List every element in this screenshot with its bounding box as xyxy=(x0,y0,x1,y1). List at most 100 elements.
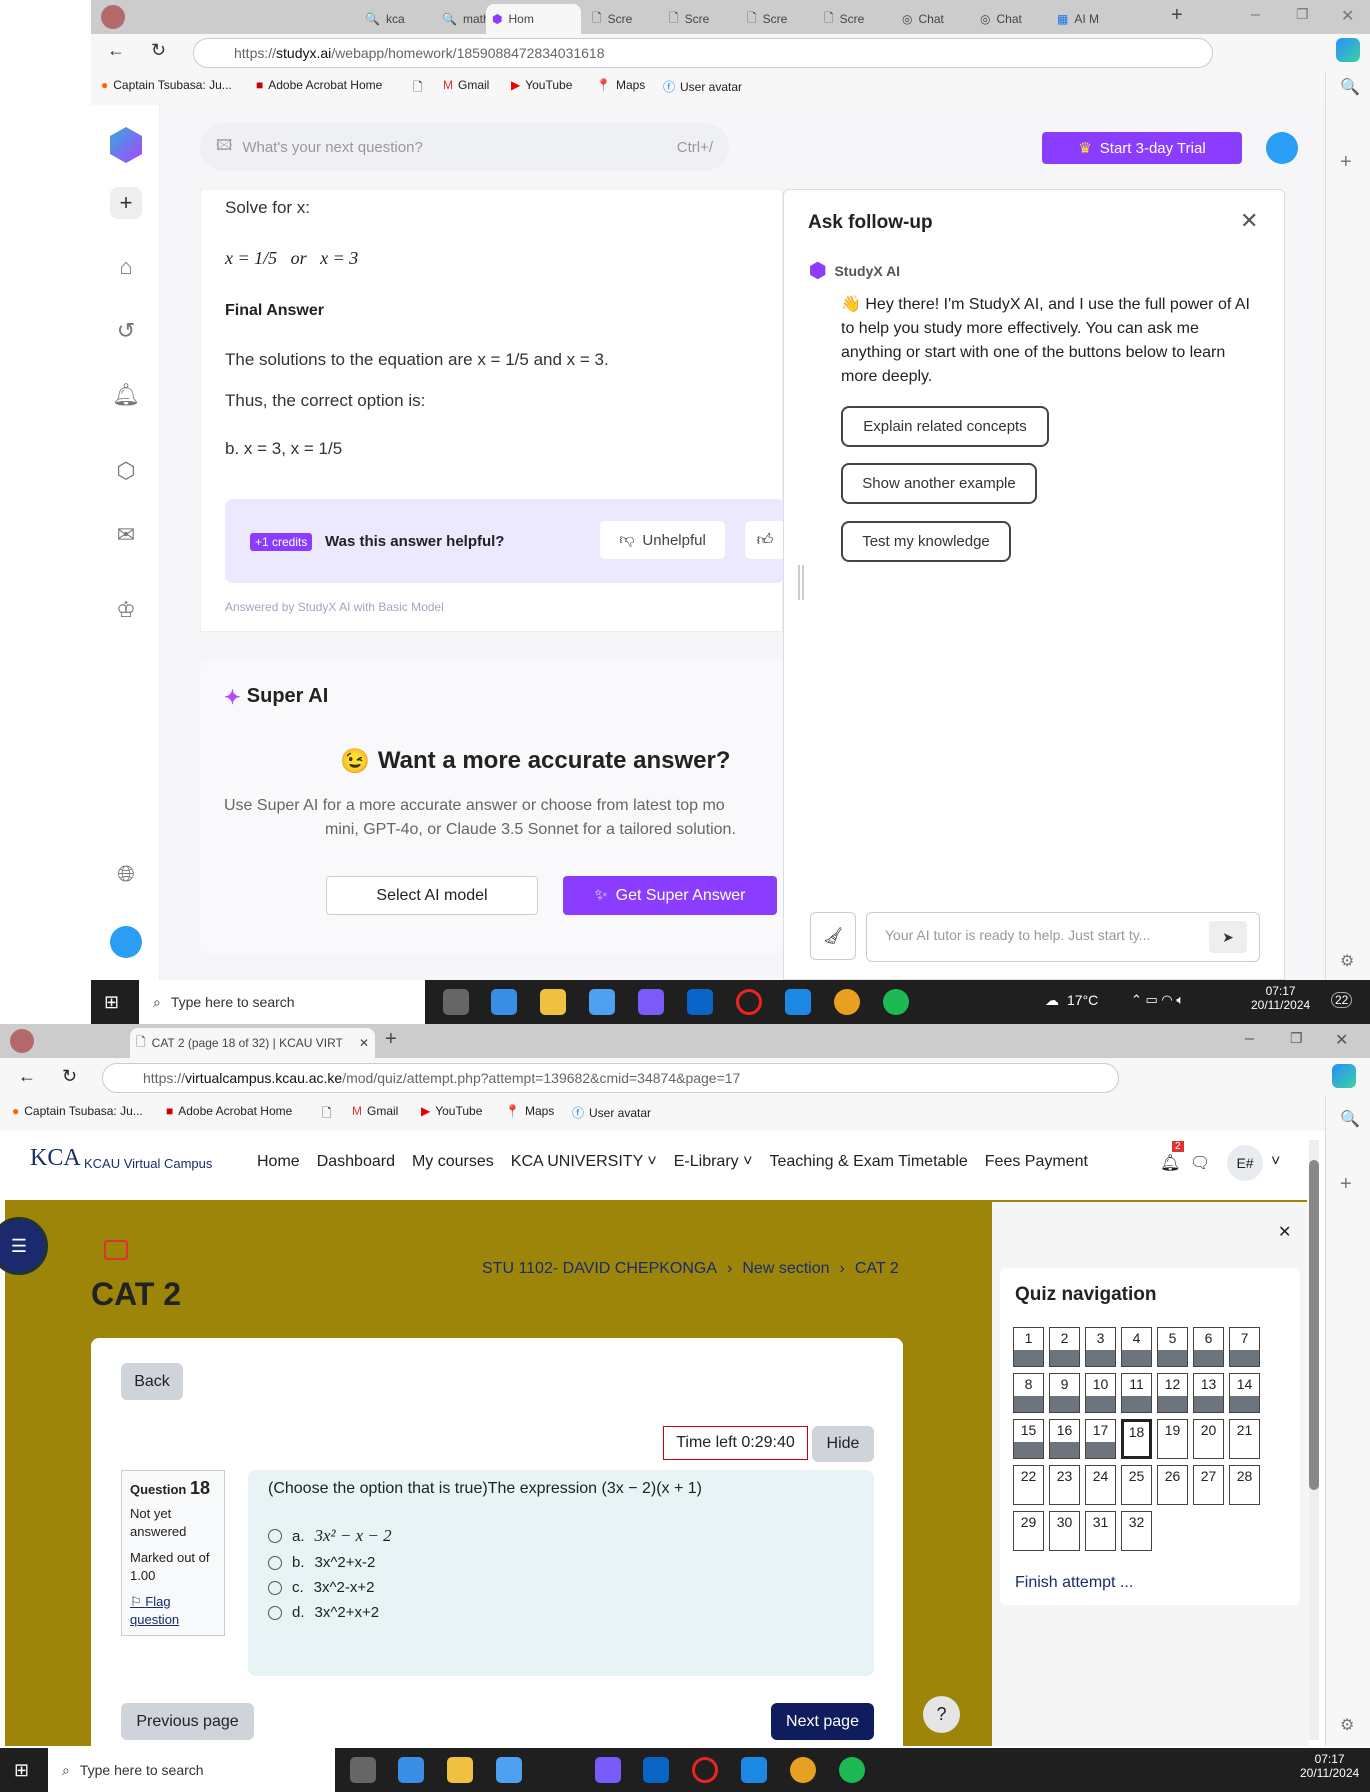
quiz-nav-button-2[interactable]: 2 xyxy=(1049,1327,1080,1367)
quiz-nav-button-27[interactable]: 27 xyxy=(1193,1465,1224,1505)
quiz-nav-button-18[interactable]: 18 xyxy=(1121,1419,1152,1459)
minimize-button[interactable]: – xyxy=(1245,1030,1254,1048)
clock[interactable]: 07:17 20/11/2024 xyxy=(1300,1752,1359,1780)
copilot-icon[interactable] xyxy=(638,989,664,1015)
start-trial-button[interactable]: ♛ Start 3-day Trial xyxy=(1042,132,1242,164)
bookmark-document[interactable]: 🗋 xyxy=(322,1104,332,1125)
spotify-icon[interactable] xyxy=(839,1757,865,1783)
bookmark-adobe[interactable]: ■ Adobe Acrobat Home xyxy=(166,1104,292,1118)
back-icon[interactable]: ← xyxy=(18,1066,36,1087)
quiz-nav-button-23[interactable]: 23 xyxy=(1049,1465,1080,1505)
bookmark-youtube[interactable]: ▶ YouTube xyxy=(421,1104,482,1118)
bookmark-youtube[interactable]: ▶ YouTube xyxy=(511,78,572,92)
quiz-nav-button-19[interactable]: 19 xyxy=(1157,1419,1188,1459)
close-window-button[interactable]: ✕ xyxy=(1335,1030,1348,1050)
copilot-icon[interactable] xyxy=(1332,1064,1356,1088)
weather[interactable]: ☁ 17°C xyxy=(1045,992,1098,1009)
quiz-nav-button-20[interactable]: 20 xyxy=(1193,1419,1224,1459)
user-avatar[interactable] xyxy=(1266,132,1298,164)
finish-attempt-link[interactable]: Finish attempt ... xyxy=(1015,1574,1133,1592)
nav-fees-payment[interactable]: Fees Payment xyxy=(985,1153,1088,1171)
new-tab-button[interactable]: + xyxy=(385,1028,397,1051)
explain-concepts-button[interactable]: Explain related concepts xyxy=(841,406,1049,447)
quiz-nav-button-32[interactable]: 32 xyxy=(1121,1511,1152,1551)
back-button[interactable]: Back xyxy=(121,1363,183,1400)
notification-count[interactable]: 22 xyxy=(1331,992,1353,1008)
close-window-button[interactable]: ✕ xyxy=(1341,6,1354,26)
refresh-icon[interactable]: ↻ xyxy=(151,40,166,61)
tab-screenshot-2[interactable]: 🗋 Scre xyxy=(663,4,715,34)
copilot-icon[interactable] xyxy=(1336,38,1360,62)
option-a[interactable]: a. 3x² − x − 2 xyxy=(268,1526,854,1546)
tab-chat-2[interactable]: ◎ Chat xyxy=(974,4,1028,34)
bookmark-user-avatar[interactable]: ⓕ User avatar xyxy=(572,1104,651,1121)
restore-button[interactable]: ❐ xyxy=(1290,1030,1303,1047)
settings-icon[interactable]: ⚙ xyxy=(1340,951,1354,971)
close-drawer-button[interactable]: ✕ xyxy=(1278,1222,1291,1242)
bell-icon[interactable]: 🔔︎ xyxy=(110,379,142,411)
mail-icon[interactable]: ✉ xyxy=(110,519,142,551)
question-search-input[interactable]: 🖾 What's your next question? Ctrl+/ xyxy=(200,123,729,171)
quiz-nav-button-4[interactable]: 4 xyxy=(1121,1327,1152,1367)
breadcrumb-section[interactable]: New section xyxy=(742,1260,829,1278)
home-icon[interactable]: ⌂ xyxy=(110,251,142,283)
tab-kcau-quiz[interactable]: 🗋 CAT 2 (page 18 of 32) | KCAU VIRT ✕ xyxy=(130,1028,375,1058)
quiz-nav-button-25[interactable]: 25 xyxy=(1121,1465,1152,1505)
option-d[interactable]: d. 3x^2+x+2 xyxy=(268,1604,854,1621)
profile-avatar[interactable] xyxy=(10,1029,34,1053)
nav-home[interactable]: Home xyxy=(257,1153,300,1171)
edge-icon[interactable] xyxy=(491,989,517,1015)
quiz-nav-button-13[interactable]: 13 xyxy=(1193,1373,1224,1413)
site-name[interactable]: KCAU Virtual Campus xyxy=(84,1156,212,1171)
search-icon[interactable]: 🔍 xyxy=(1340,1109,1360,1129)
tray-icons[interactable]: ⌃ ▭ ◠ 🔈︎ xyxy=(1131,992,1184,1008)
outlook-icon[interactable] xyxy=(643,1757,669,1783)
quiz-nav-button-31[interactable]: 31 xyxy=(1085,1511,1116,1551)
crown-icon[interactable]: ♔ xyxy=(110,594,142,626)
task-view-icon[interactable] xyxy=(443,989,469,1015)
outlook-icon[interactable] xyxy=(687,989,713,1015)
new-tab-button[interactable]: + xyxy=(1171,4,1183,27)
user-menu-avatar[interactable]: E# xyxy=(1227,1145,1263,1181)
quiz-nav-button-10[interactable]: 10 xyxy=(1085,1373,1116,1413)
option-b[interactable]: b. 3x^2+x-2 xyxy=(268,1554,854,1571)
file-explorer-icon[interactable] xyxy=(447,1757,473,1783)
opera-icon[interactable] xyxy=(692,1757,718,1783)
add-icon[interactable]: + xyxy=(1340,151,1352,174)
tab-screenshot-4[interactable]: 🗋 Scre xyxy=(818,4,870,34)
show-example-button[interactable]: Show another example xyxy=(841,463,1037,504)
copilot-icon[interactable] xyxy=(595,1757,621,1783)
quiz-nav-button-16[interactable]: 16 xyxy=(1049,1419,1080,1459)
close-panel-button[interactable]: ✕ xyxy=(1240,208,1258,234)
taskbar-search[interactable]: ⌕ Type here to search xyxy=(48,1748,335,1792)
quiz-nav-button-29[interactable]: 29 xyxy=(1013,1511,1044,1551)
radio-button[interactable] xyxy=(268,1529,282,1543)
clock[interactable]: 07:17 20/11/2024 xyxy=(1251,984,1310,1012)
radio-button[interactable] xyxy=(268,1605,282,1620)
get-super-answer-button[interactable]: ✨︎ Get Super Answer xyxy=(563,876,777,915)
breadcrumb-course[interactable]: STU 1102- DAVID CHEPKONGA xyxy=(482,1260,717,1278)
follow-up-input[interactable]: Your AI tutor is ready to help. Just sta… xyxy=(866,912,1260,962)
quiz-nav-button-21[interactable]: 21 xyxy=(1229,1419,1260,1459)
bookmark-captain-tsubasa[interactable]: ● Captain Tsubasa: Ju... xyxy=(101,78,232,92)
refresh-icon[interactable]: ↻ xyxy=(62,1066,77,1087)
tab-screenshot-1[interactable]: 🗋 Scre xyxy=(586,4,638,34)
user-avatar[interactable] xyxy=(110,926,142,958)
task-view-icon[interactable] xyxy=(350,1757,376,1783)
panel-resize-handle[interactable] xyxy=(798,565,804,600)
messages-icon[interactable]: 🗨︎ xyxy=(1190,1153,1210,1173)
quiz-nav-button-7[interactable]: 7 xyxy=(1229,1327,1260,1367)
quiz-nav-button-26[interactable]: 26 xyxy=(1157,1465,1188,1505)
quiz-nav-button-14[interactable]: 14 xyxy=(1229,1373,1260,1413)
cube-icon[interactable]: ⬡ xyxy=(110,455,142,487)
new-chat-plus-icon[interactable]: + xyxy=(110,187,142,219)
address-bar[interactable]: https://studyx.ai/webapp/homework/185908… xyxy=(193,38,1213,68)
unhelpful-button[interactable]: 👎︎ Unhelpful xyxy=(600,521,725,559)
address-bar[interactable]: https://virtualcampus.kcau.ac.ke/mod/qui… xyxy=(102,1063,1119,1093)
close-tab-icon[interactable]: ✕ xyxy=(359,1036,369,1050)
history-icon[interactable]: ↺ xyxy=(110,315,142,347)
option-c[interactable]: c. 3x^2-x+2 xyxy=(268,1579,854,1596)
windows-start-icon[interactable]: ⊞ xyxy=(14,1760,29,1781)
nav-e-library[interactable]: E-Library ˅ xyxy=(674,1153,753,1171)
quiz-nav-button-11[interactable]: 11 xyxy=(1121,1373,1152,1413)
